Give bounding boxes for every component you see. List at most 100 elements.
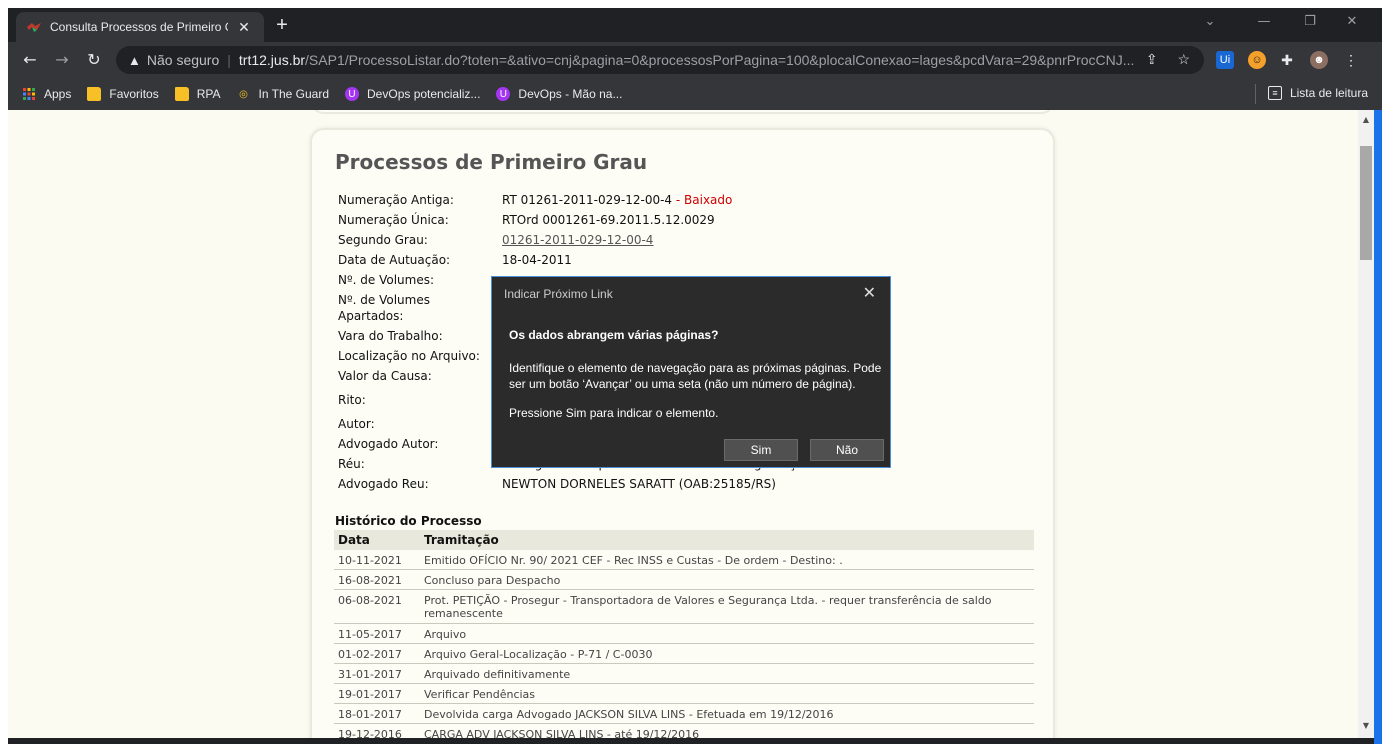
row-text: Arquivo (424, 628, 467, 641)
scroll-down-arrow-icon[interactable]: ▼ (1358, 718, 1374, 734)
row-date: 10-11-2021 (338, 554, 402, 567)
bookmark-rpa[interactable]: RPA (174, 87, 221, 101)
bookmark-devops-1[interactable]: U DevOps potencializ... (345, 87, 480, 101)
second-degree-link[interactable]: 01261-2011-029-12-00-4 (502, 233, 653, 247)
field-label: Rito: (338, 393, 366, 407)
field-label: Numeração Antiga: (338, 193, 454, 207)
history-title: Histórico do Processo (335, 514, 482, 528)
row-text: Arquivado definitivamente (424, 668, 571, 681)
scrollbar-thumb[interactable] (1360, 146, 1372, 260)
tab-search-icon[interactable]: ⌄ (1200, 14, 1220, 29)
row-text: Verificar Pendências (424, 688, 536, 701)
row-text: Devolvida carga Advogado JACKSON SILVA L… (424, 708, 834, 721)
row-date: 11-05-2017 (338, 628, 402, 641)
table-row: 11-05-2017 Arquivo (334, 624, 1034, 644)
omnibox-actions: ⇪ ☆ (1146, 51, 1190, 68)
dialog-heading: Os dados abrangem várias páginas? (509, 328, 719, 342)
bookmark-favoritos[interactable]: Favoritos (87, 87, 159, 101)
table-row: 01-02-2017 Arquivo Geral-Localização - P-… (334, 644, 1034, 664)
dialog-body: Identifique o elemento de navegação para… (509, 361, 882, 391)
field-label: Vara do Trabalho: (338, 329, 443, 343)
warning-triangle-icon[interactable]: ▲ (128, 53, 141, 68)
table-row: 19-12-2016 CARGA ADV JACKSON SILVA LINS -… (334, 724, 1034, 738)
row-text: Prot. PETIÇÃO - Prosegur - Transportador… (424, 594, 992, 620)
field-label: Valor da Causa: (338, 369, 432, 383)
bookmark-apps[interactable]: Apps (22, 87, 71, 101)
tab-title: Consulta Processos de Primeiro G (50, 20, 228, 34)
tab-close-icon[interactable]: ✕ (236, 19, 252, 36)
row-text: Emitido OFÍCIO Nr. 90/ 2021 CEF - Rec IN… (424, 554, 843, 567)
browser-chrome: Consulta Processos de Primeiro G ✕ + ⌄ —… (8, 8, 1382, 110)
field-label: Réu: (338, 457, 365, 471)
field-label: Nº. de Volumes: (338, 273, 434, 287)
udemy-icon: U (496, 87, 511, 101)
field-label: Advogado Autor: (338, 437, 439, 451)
field-label-cont: Apartados: (338, 309, 404, 323)
row-date: 01-02-2017 (338, 648, 402, 661)
next-link-dialog: Indicar Próximo Link ✕ Os dados abrangem… (491, 276, 891, 468)
minimize-icon[interactable]: — (1254, 14, 1274, 29)
field-label: Advogado Reu: (338, 477, 429, 491)
uipath-extension-icon[interactable]: Ui (1216, 51, 1234, 69)
table-row: 10-11-2021 Emitido OFÍCIO Nr. 90/ 2021 CE… (334, 550, 1034, 570)
row-date: 19-01-2017 (338, 688, 402, 701)
field-value: 18-04-2011 (502, 253, 572, 267)
previous-card (310, 110, 1055, 114)
new-tab-button[interactable]: + (270, 14, 294, 37)
share-icon[interactable]: ⇪ (1146, 51, 1158, 67)
folder-icon (174, 87, 189, 101)
row-date: 18-01-2017 (338, 708, 402, 721)
row-text: CARGA ADV JACKSON SILVA LINS - até 19/12… (424, 728, 700, 738)
browser-toolbar: ← → ↻ ▲ Não seguro | trt12.jus.br /SAP1/… (8, 42, 1382, 78)
history-table-header: Data Tramitação (334, 530, 1034, 550)
url-host: trt12.jus.br (238, 52, 306, 68)
page-title: Processos de Primeiro Grau (335, 150, 648, 174)
address-bar[interactable]: ▲ Não seguro | trt12.jus.br /SAP1/Proces… (116, 46, 1204, 74)
restore-icon[interactable]: ❐ (1300, 14, 1320, 29)
profile-avatar-icon[interactable]: ☻ (1310, 51, 1328, 69)
site-favicon-icon (26, 19, 42, 35)
bookmark-label: DevOps - Mão na... (518, 87, 623, 101)
bookmark-in-the-guard[interactable]: ◎ In The Guard (237, 87, 329, 101)
reload-icon[interactable]: ↻ (84, 50, 104, 69)
bookmark-star-icon[interactable]: ☆ (1177, 51, 1190, 67)
extension-face-icon[interactable]: ☺ (1248, 51, 1266, 69)
column-header-date: Data (338, 533, 370, 547)
folder-icon (87, 87, 102, 101)
apps-grid-icon (22, 87, 36, 101)
table-row: 16-08-2021 Concluso para Despacho (334, 570, 1034, 590)
bookmark-label: Apps (44, 87, 72, 101)
status-badge: - Baixado (672, 193, 733, 207)
forward-arrow-icon[interactable]: → (52, 50, 72, 69)
field-label: Numeração Única: (338, 213, 449, 227)
scroll-up-arrow-icon[interactable]: ▲ (1358, 112, 1374, 128)
row-date: 06-08-2021 (338, 594, 402, 607)
old-number: RT 01261-2011-029-12-00-4 (502, 193, 673, 207)
bookmark-label: Favoritos (109, 87, 159, 101)
reading-list-label: Lista de leitura (1289, 86, 1368, 100)
dialog-close-icon[interactable]: ✕ (863, 283, 876, 303)
no-button[interactable]: Não (810, 439, 884, 461)
taskbar (8, 738, 1374, 744)
field-label: Data de Autuação: (338, 253, 451, 267)
menu-kebab-icon[interactable]: ⋮ (1342, 51, 1360, 69)
window-close-icon[interactable]: ✕ (1342, 14, 1362, 29)
window-edge (1374, 110, 1382, 744)
row-text: Concluso para Despacho (424, 574, 561, 587)
address-separator: | (227, 52, 231, 68)
bookmark-devops-2[interactable]: U DevOps - Mão na... (496, 87, 622, 101)
extensions-puzzle-icon[interactable]: ✚ (1278, 51, 1296, 69)
field-value: RTOrd 0001261-69.2011.5.12.0029 (502, 213, 715, 227)
yes-button[interactable]: Sim (724, 439, 798, 461)
field-label: Nº. de Volumes (338, 293, 430, 307)
row-text: Arquivo Geral-Localização - P-71 / C-003… (424, 648, 653, 661)
table-row: 31-01-2017 Arquivado definitivamente (334, 664, 1034, 684)
field-label: Segundo Grau: (338, 233, 428, 247)
row-date: 16-08-2021 (338, 574, 402, 587)
browser-tab[interactable]: Consulta Processos de Primeiro G ✕ (16, 12, 264, 42)
back-arrow-icon[interactable]: ← (20, 50, 40, 69)
field-label: Autor: (338, 417, 375, 431)
field-value: RT 01261-2011-029-12-00-4 - Baixado (502, 193, 732, 207)
reading-list-button[interactable]: ≡ Lista de leitura (1267, 86, 1368, 100)
security-label[interactable]: Não seguro (147, 52, 219, 68)
